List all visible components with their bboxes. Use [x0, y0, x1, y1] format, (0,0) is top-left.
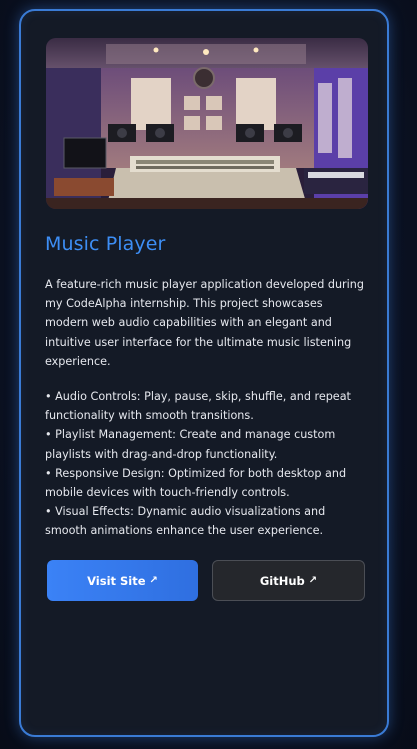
feature-item-playlist-management: • Playlist Management: Create and manage…: [45, 428, 336, 461]
feature-item-responsive-design: • Responsive Design: Optimized for both …: [45, 466, 347, 500]
page: Music Player A feature-rich music player…: [0, 0, 417, 749]
github-button[interactable]: GitHub ↗: [212, 560, 365, 601]
visit-site-label: Visit Site: [87, 573, 146, 588]
feature-list: • Audio Controls: Play, pause, skip, shu…: [45, 387, 367, 541]
external-link-icon: ↗: [308, 575, 318, 586]
project-description: A feature-rich music player application …: [45, 278, 364, 368]
project-image: [46, 38, 368, 209]
external-link-icon: ↗: [149, 575, 158, 586]
feature-item-audio-controls: • Audio Controls: Play, pause, skip, shu…: [45, 390, 351, 423]
visit-site-button[interactable]: Visit Site ↗: [47, 560, 198, 601]
feature-item-visual-effects: • Visual Effects: Dynamic audio visualiz…: [45, 505, 326, 538]
project-title: Music Player: [45, 233, 166, 255]
github-label: GitHub: [259, 573, 305, 588]
project-card: Music Player A feature-rich music player…: [19, 9, 389, 737]
